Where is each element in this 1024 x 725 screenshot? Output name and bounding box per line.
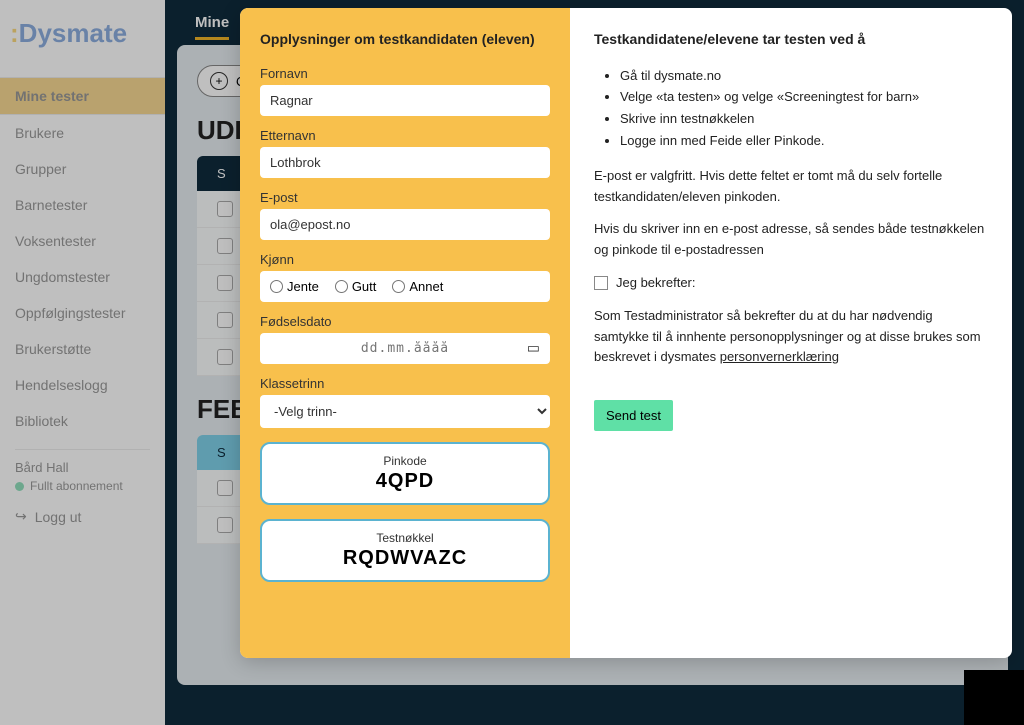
info-p3: Som Testadministrator så bekrefter du at…	[594, 306, 988, 368]
privacy-link[interactable]: personvernerklæring	[720, 349, 839, 364]
send-test-button[interactable]: Send test	[594, 400, 673, 431]
radio-annet[interactable]: Annet	[392, 279, 443, 294]
info-p2: Hvis du skriver inn en e-post adresse, s…	[594, 219, 988, 261]
epost-input[interactable]	[260, 209, 550, 240]
key-box: Testnøkkel RQDWVAZC	[260, 519, 550, 582]
kjonn-radio-group: Jente Gutt Annet	[260, 271, 550, 302]
fornavn-input[interactable]	[260, 85, 550, 116]
info-step: Gå til dysmate.no	[620, 66, 988, 87]
fornavn-label: Fornavn	[260, 66, 550, 81]
pin-box: Pinkode 4QPD	[260, 442, 550, 505]
info-heading: Testkandidatene/elevene tar testen ved å	[594, 30, 988, 50]
corner-overlay	[964, 670, 1024, 725]
modal-form: Opplysninger om testkandidaten (eleven) …	[240, 8, 570, 658]
modal-title: Opplysninger om testkandidaten (eleven)	[260, 30, 550, 50]
info-step: Logge inn med Feide eller Pinkode.	[620, 131, 988, 152]
etternavn-input[interactable]	[260, 147, 550, 178]
klasse-label: Klassetrinn	[260, 376, 550, 391]
radio-jente-input[interactable]	[270, 280, 283, 293]
radio-jente-label: Jente	[287, 279, 319, 294]
info-p1: E-post er valgfritt. Hvis dette feltet e…	[594, 166, 988, 208]
modal-info: Testkandidatene/elevene tar testen ved å…	[570, 8, 1012, 658]
pin-value: 4QPD	[272, 470, 538, 493]
info-step: Velge «ta testen» og velge «Screeningtes…	[620, 87, 988, 108]
modal: Opplysninger om testkandidaten (eleven) …	[240, 8, 1012, 658]
confirm-checkbox[interactable]	[594, 276, 608, 290]
radio-gutt-input[interactable]	[335, 280, 348, 293]
radio-annet-label: Annet	[409, 279, 443, 294]
kjonn-label: Kjønn	[260, 252, 550, 267]
confirm-label: Jeg bekrefter:	[616, 273, 696, 294]
key-label: Testnøkkel	[272, 531, 538, 545]
radio-gutt-label: Gutt	[352, 279, 377, 294]
dato-label: Fødselsdato	[260, 314, 550, 329]
etternavn-label: Etternavn	[260, 128, 550, 143]
calendar-icon[interactable]: ▭	[527, 340, 540, 357]
radio-jente[interactable]: Jente	[270, 279, 319, 294]
dato-wrap: ▭	[260, 333, 550, 364]
radio-gutt[interactable]: Gutt	[335, 279, 377, 294]
info-step: Skrive inn testnøkkelen	[620, 109, 988, 130]
info-steps: Gå til dysmate.no Velge «ta testen» og v…	[620, 66, 988, 152]
klasse-select[interactable]: -Velg trinn-	[260, 395, 550, 428]
confirm-row[interactable]: Jeg bekrefter:	[594, 273, 988, 294]
dato-input[interactable]	[260, 333, 550, 364]
radio-annet-input[interactable]	[392, 280, 405, 293]
pin-label: Pinkode	[272, 454, 538, 468]
epost-label: E-post	[260, 190, 550, 205]
key-value: RQDWVAZC	[272, 547, 538, 570]
